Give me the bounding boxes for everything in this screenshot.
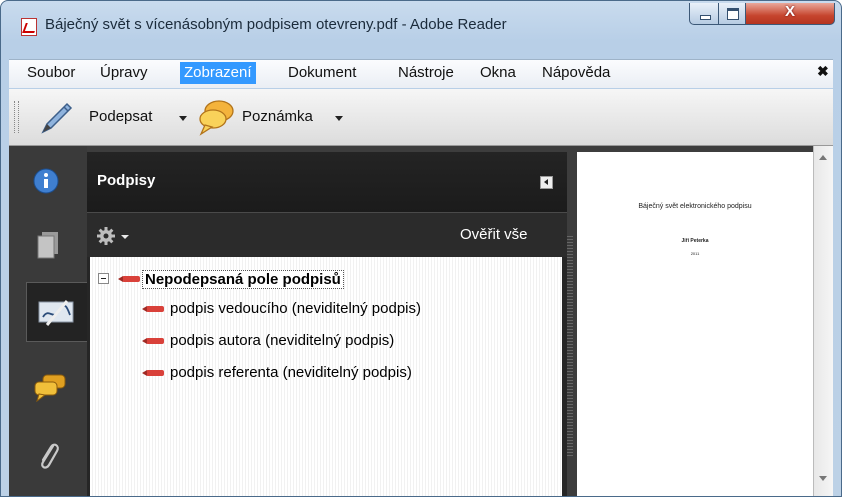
nav-signatures-button[interactable] [26,282,88,342]
toolbar-grip[interactable] [14,101,19,133]
signatures-icon [38,300,74,326]
maximize-button[interactable] [718,3,746,25]
pen-icon [41,102,73,134]
scroll-up-arrow-icon[interactable] [819,155,827,160]
chevron-down-icon [335,116,343,121]
comment-label: Poznámka [242,108,313,125]
tree-root-label: Nepodepsaná pole podpisů [142,270,344,289]
menu-soubor[interactable]: Soubor [23,62,79,84]
comment-button[interactable]: Poznámka [197,100,347,136]
verify-all-button[interactable]: Ověřit vše [460,226,528,243]
menu-dokument[interactable]: Dokument [284,62,360,84]
document-title: Báječný svět elektronického podpisu [638,203,752,210]
toolbar: Podepsat Poznámka [9,89,833,146]
sign-label: Podepsat [89,108,153,125]
info-icon [33,168,59,194]
menu-okna[interactable]: Okna [476,62,520,84]
signature-field-label: podpis vedoucího (neviditelný podpis) [170,300,421,317]
title-bar[interactable]: Báječný svět s vícenásobným podpisem ote… [1,1,841,45]
vertical-scrollbar[interactable] [813,146,833,496]
signature-field-icon [142,306,164,312]
signature-field-icon [142,338,164,344]
signatures-panel-header: Podpisy [87,152,567,213]
panel-splitter[interactable] [567,236,573,456]
window-title: Báječný svět s vícenásobným podpisem ote… [45,16,507,33]
gear-icon[interactable] [97,227,133,245]
sign-button[interactable]: Podepsat [33,102,193,134]
signature-field-icon [142,370,164,376]
menu-upravy[interactable]: Úpravy [96,62,152,84]
document-year: 2011 [690,251,700,256]
close-document-icon[interactable]: ✖ [817,63,829,80]
minimize-button[interactable] [689,3,719,25]
workspace: Podpisy Ověřit vše Nepodepsaná pole podp… [9,146,833,496]
signatures-panel-title: Podpisy [97,172,156,189]
signature-field-label: podpis autora (neviditelný podpis) [170,332,395,349]
nav-info-button[interactable] [19,154,81,214]
nav-comments-button[interactable] [19,356,81,416]
chevron-down-icon [179,116,187,121]
signatures-tree: Nepodepsaná pole podpisů podpis vedoucíh… [90,257,562,496]
nav-pages-button[interactable] [19,216,81,276]
pages-icon [37,232,58,259]
document-author: Jiří Peterka [681,238,709,244]
signature-field-icon [118,276,140,282]
signature-field-label: podpis referenta (neviditelný podpis) [170,364,412,381]
menu-zobrazeni[interactable]: Zobrazení [180,62,256,84]
scroll-down-arrow-icon[interactable] [819,476,827,481]
close-icon: X [784,3,795,20]
paperclip-icon [41,443,59,469]
signatures-panel: Podpisy Ověřit vše Nepodepsaná pole podp… [87,152,567,496]
document-page[interactable]: Báječný svět elektronického podpisu Jiří… [577,152,813,496]
menu-bar: Soubor Úpravy Zobrazení Dokument Nástroj… [9,59,833,88]
menu-nastroje[interactable]: Nástroje [394,62,458,84]
comment-bubble-icon [199,100,234,136]
adobe-reader-window: Báječný svět s vícenásobným podpisem ote… [0,0,842,497]
collapse-panel-button[interactable] [540,176,553,189]
nav-attachments-button[interactable] [19,426,81,486]
signatures-panel-toolbar: Ověřit vše [87,213,567,257]
collapse-toggle-icon[interactable] [98,273,109,284]
comments-icon [34,374,66,402]
navigation-pane [9,146,88,496]
adobe-pdf-icon [21,18,37,36]
close-button[interactable]: X [745,3,835,25]
menu-napoveda[interactable]: Nápověda [538,62,614,84]
